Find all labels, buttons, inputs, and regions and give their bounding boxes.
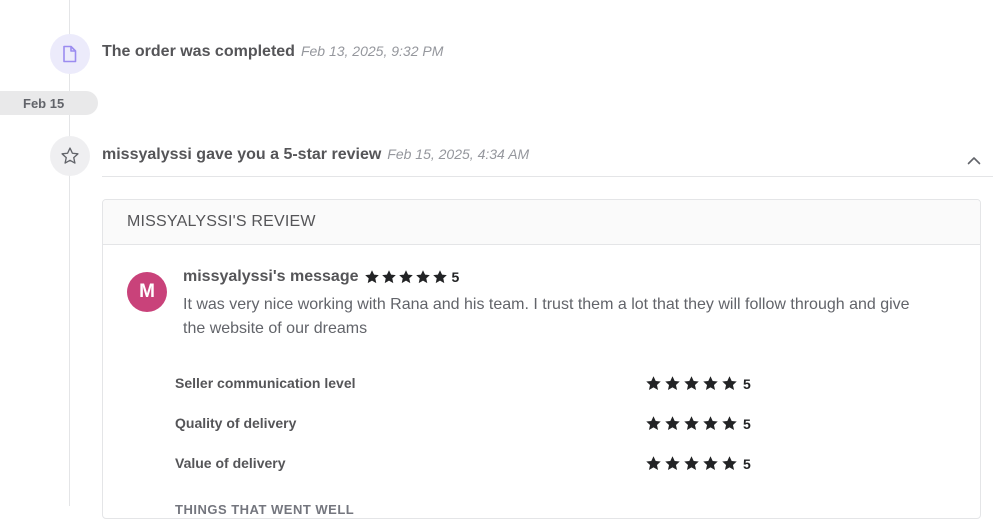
rating-row-communication: Seller communication level 5 bbox=[175, 374, 895, 394]
rating-stars: 5 bbox=[645, 375, 751, 392]
review-card-title: MISSYALYSSI'S REVIEW bbox=[127, 213, 316, 230]
star-filled-icon bbox=[665, 376, 680, 390]
date-separator: Feb 15 bbox=[0, 91, 98, 115]
review-card: MISSYALYSSI'S REVIEW M missyalyssi's mes… bbox=[102, 199, 981, 519]
avatar-letter: M bbox=[139, 281, 155, 302]
document-icon bbox=[63, 45, 77, 63]
star-outline-icon bbox=[61, 147, 79, 164]
rating-value: 5 bbox=[743, 455, 751, 472]
rating-stars: 5 bbox=[645, 455, 751, 472]
star-filled-icon bbox=[722, 456, 737, 470]
star-filled-icon bbox=[722, 416, 737, 430]
star-filled-icon bbox=[703, 376, 718, 390]
review-message-header: missyalyssi's message 5 bbox=[183, 268, 459, 286]
star-filled-icon bbox=[703, 456, 718, 470]
rating-row-value: Value of delivery 5 bbox=[175, 454, 895, 474]
star-filled-icon bbox=[684, 376, 699, 390]
review-message: It was very nice working with Rana and h… bbox=[183, 296, 910, 337]
event-timestamp: Feb 13, 2025, 9:32 PM bbox=[300, 43, 444, 59]
event-title: The order was completed bbox=[102, 43, 295, 60]
rating-label: Seller communication level bbox=[175, 375, 356, 391]
star-filled-icon bbox=[381, 270, 396, 284]
star-filled-icon bbox=[646, 416, 661, 430]
star-filled-icon bbox=[432, 270, 447, 284]
review-card-header: MISSYALYSSI'S REVIEW bbox=[103, 200, 980, 245]
star-filled-icon bbox=[665, 456, 680, 470]
event-order-completed: The order was completed Feb 13, 2025, 9:3… bbox=[102, 43, 443, 61]
collapse-review-button[interactable] bbox=[964, 150, 984, 170]
overall-rating-stars: 5 bbox=[364, 269, 460, 285]
rating-row-quality: Quality of delivery 5 bbox=[175, 414, 895, 434]
timeline-line bbox=[69, 0, 70, 506]
chevron-up-icon bbox=[967, 156, 981, 164]
event-review-received: missyalyssi gave you a 5-star review Feb … bbox=[102, 146, 529, 164]
star-filled-icon bbox=[684, 456, 699, 470]
rating-label: Quality of delivery bbox=[175, 415, 297, 431]
things-went-well-heading: THINGS THAT WENT WELL bbox=[175, 502, 355, 517]
avatar[interactable]: M bbox=[127, 272, 167, 312]
rating-value: 5 bbox=[743, 415, 751, 432]
star-filled-icon bbox=[364, 270, 379, 284]
star-filled-icon bbox=[722, 376, 737, 390]
star-filled-icon bbox=[646, 456, 661, 470]
divider bbox=[102, 176, 993, 177]
rating-value: 5 bbox=[743, 375, 751, 392]
review-author: missyalyssi's message bbox=[183, 268, 359, 285]
overall-rating-value: 5 bbox=[451, 269, 460, 285]
star-filled-icon bbox=[398, 270, 413, 284]
order-completed-icon-badge bbox=[50, 34, 90, 74]
rating-label: Value of delivery bbox=[175, 455, 286, 471]
star-filled-icon bbox=[665, 416, 680, 430]
star-filled-icon bbox=[646, 376, 661, 390]
event-timestamp: Feb 15, 2025, 4:34 AM bbox=[387, 146, 530, 162]
event-title: missyalyssi gave you a 5-star review bbox=[102, 146, 382, 163]
rating-stars: 5 bbox=[645, 415, 751, 432]
star-filled-icon bbox=[684, 416, 699, 430]
star-filled-icon bbox=[415, 270, 430, 284]
review-icon-badge bbox=[50, 136, 90, 176]
star-filled-icon bbox=[703, 416, 718, 430]
